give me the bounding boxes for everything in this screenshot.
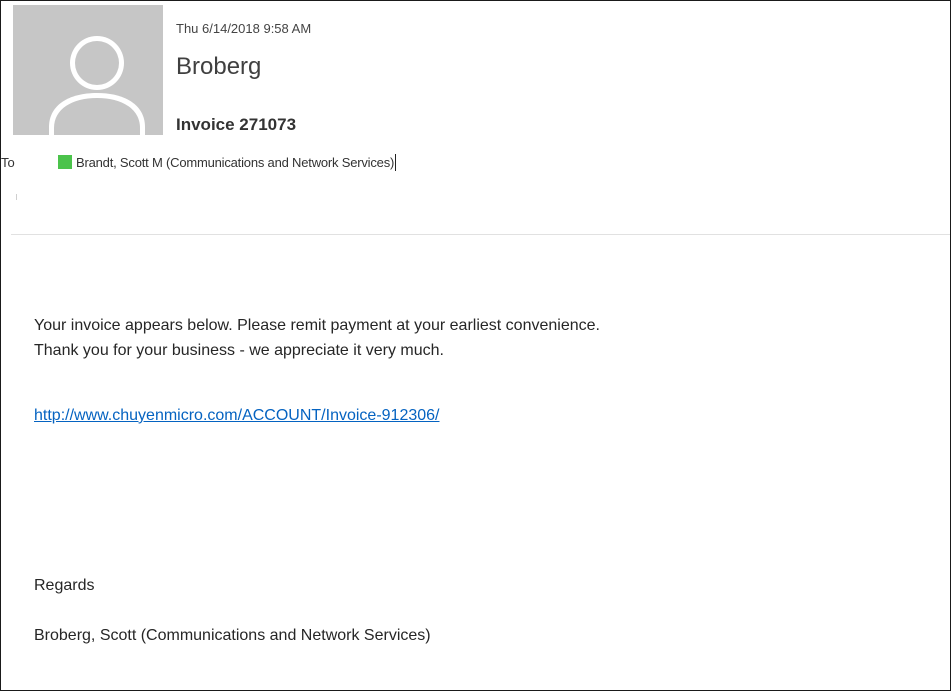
- body-line-2: Thank you for your business - we appreci…: [34, 342, 444, 359]
- presence-status-icon: [58, 155, 72, 169]
- invoice-link[interactable]: http://www.chuyenmicro.com/ACCOUNT/Invoi…: [34, 407, 439, 425]
- recipient-name[interactable]: Brandt, Scott M (Communications and Netw…: [76, 155, 394, 170]
- to-label: To: [1, 154, 15, 170]
- email-reading-pane: Thu 6/14/2018 9:58 AM Broberg Invoice 27…: [0, 0, 951, 691]
- message-timestamp: Thu 6/14/2018 9:58 AM: [176, 21, 312, 36]
- header-divider: [11, 234, 950, 235]
- closing-regards: Regards: [34, 577, 95, 594]
- recipients-row: To Brandt, Scott M (Communications and N…: [1, 151, 397, 173]
- header-scroll-marker: [16, 194, 17, 200]
- message-subject: Invoice 271073: [176, 115, 297, 134]
- text-cursor: [395, 153, 397, 171]
- sender-name[interactable]: Broberg: [176, 53, 261, 81]
- message-body: Your invoice appears below. Please remit…: [34, 313, 600, 363]
- sender-avatar: [13, 5, 163, 135]
- person-silhouette-icon: [13, 5, 163, 135]
- body-line-1: Your invoice appears below. Please remit…: [34, 317, 600, 334]
- signature-line: Broberg, Scott (Communications and Netwo…: [34, 627, 431, 644]
